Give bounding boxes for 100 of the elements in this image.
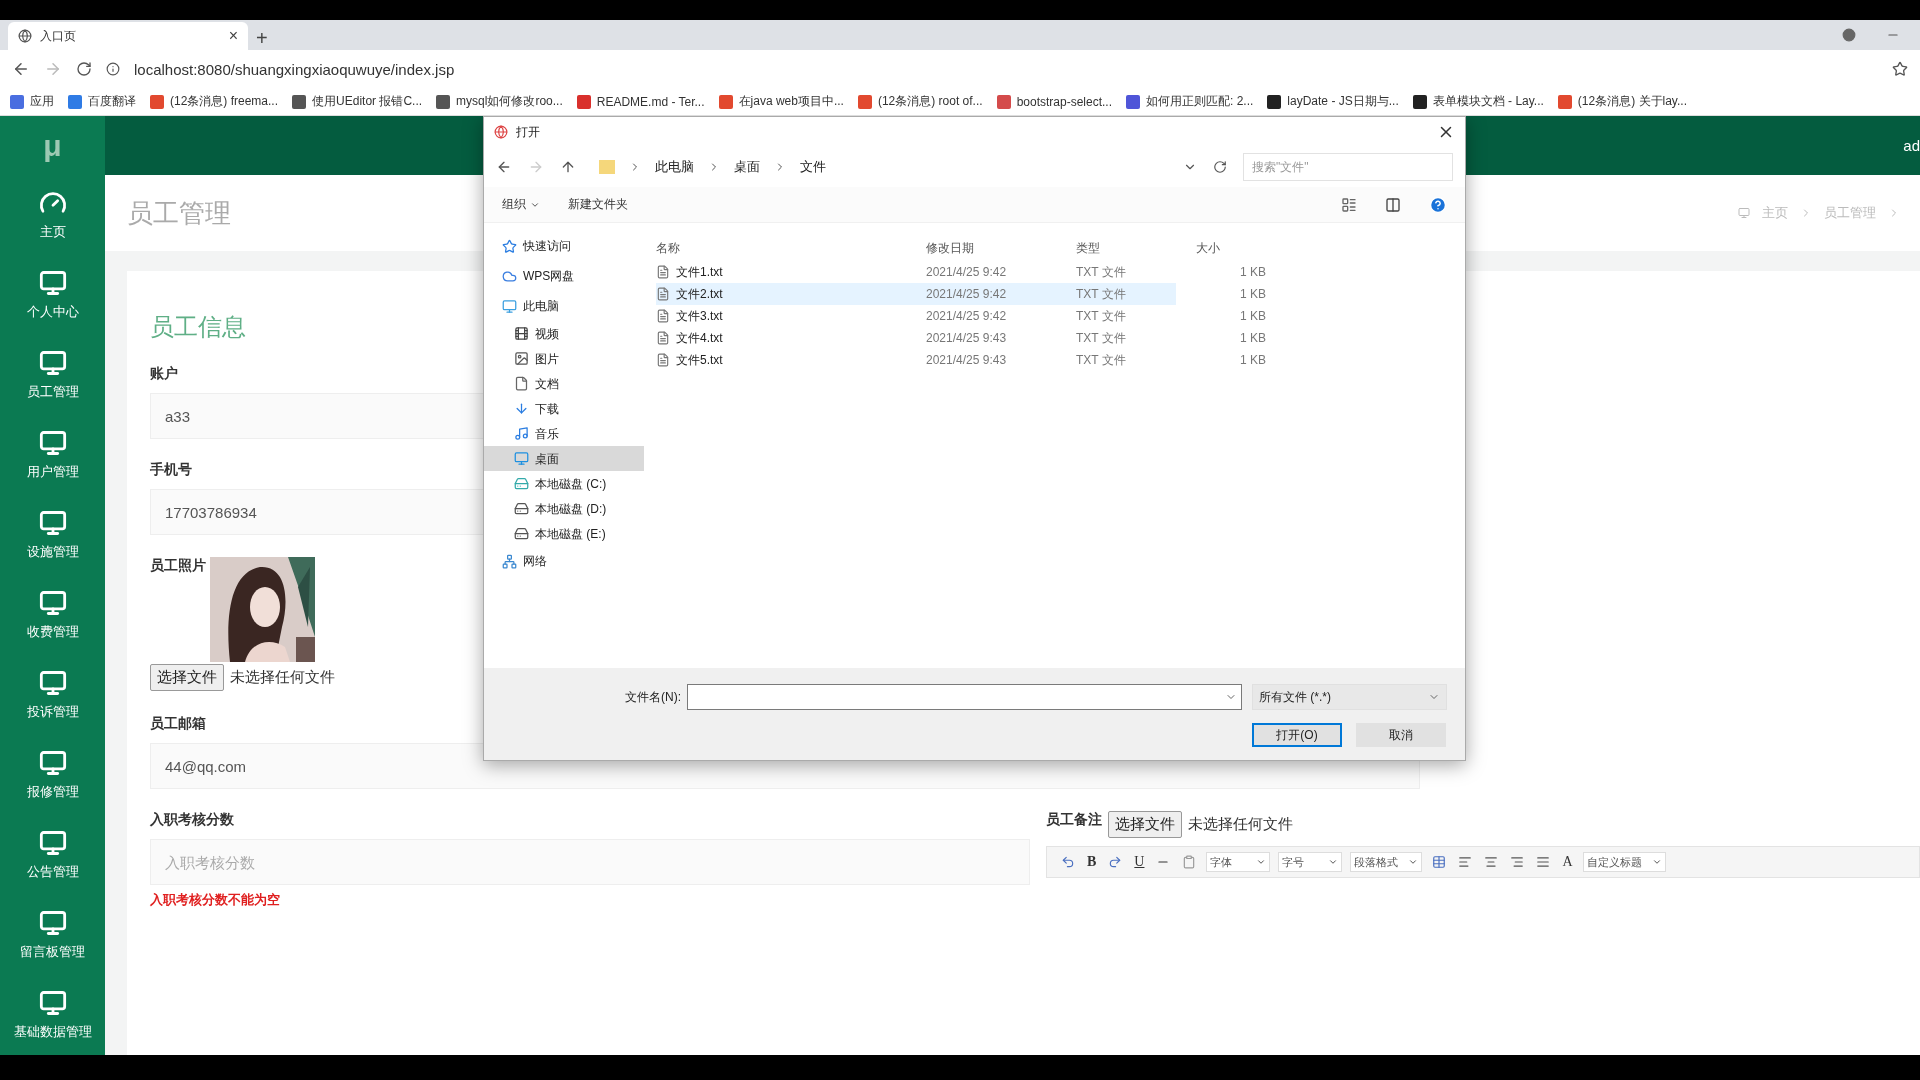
star-icon xyxy=(502,238,517,254)
sidebar-item[interactable]: 投诉管理 xyxy=(0,655,105,735)
nav-item[interactable]: 本地磁盘 (E:) xyxy=(484,521,644,546)
file-name: 文件1.txt xyxy=(676,263,723,281)
apps-shortcut[interactable]: 应用 xyxy=(10,93,54,110)
sidebar-item[interactable]: 收费管理 xyxy=(0,575,105,655)
back-icon[interactable] xyxy=(12,60,30,78)
bookmark[interactable]: (12条消息) root of... xyxy=(857,93,983,110)
nav-item[interactable]: 桌面 xyxy=(484,446,644,471)
nav-item[interactable]: 快速访问 xyxy=(484,231,644,261)
file-name-field[interactable] xyxy=(687,684,1242,710)
text-file-icon xyxy=(656,287,670,301)
monitor-icon xyxy=(38,589,67,617)
sidebar-item[interactable]: 报修管理 xyxy=(0,735,105,815)
nav-item[interactable]: WPS网盘 xyxy=(484,261,644,291)
new-tab-button[interactable]: + xyxy=(256,27,268,50)
bookmark[interactable]: bootstrap-select... xyxy=(996,94,1112,109)
sidebar-item[interactable]: 员工管理 xyxy=(0,335,105,415)
sidebar-item[interactable]: 个人中心 xyxy=(0,255,105,335)
profile-icon[interactable] xyxy=(1842,28,1856,42)
align-right-icon xyxy=(1510,855,1525,869)
nav-item[interactable]: 文档 xyxy=(484,371,644,396)
toolbar-dropdown[interactable]: 字号 xyxy=(1278,852,1343,872)
nav-item[interactable]: 下载 xyxy=(484,396,644,421)
underline-button[interactable]: U xyxy=(1132,854,1147,870)
score-field[interactable]: 入职考核分数 xyxy=(150,839,1030,885)
info-icon[interactable] xyxy=(106,62,120,76)
file-size: 1 KB xyxy=(1239,331,1266,345)
monitor-icon xyxy=(38,429,67,457)
align-center-icon xyxy=(1484,855,1499,869)
file-name: 文件4.txt xyxy=(676,329,723,347)
path-segment[interactable]: 此电脑 xyxy=(655,158,694,176)
toolbar-dropdown[interactable]: 段落格式 xyxy=(1350,852,1423,872)
bookmark[interactable]: layDate - JS日期与... xyxy=(1267,93,1399,110)
refresh-icon[interactable] xyxy=(1213,160,1227,174)
font-color-button[interactable]: A xyxy=(1560,854,1575,870)
music-note-icon xyxy=(514,426,529,441)
sidebar-item[interactable]: 留言板管理 xyxy=(0,895,105,975)
bookmark[interactable]: 使用UEditor 报错C... xyxy=(292,93,423,110)
browser-tab[interactable]: 入口页 × xyxy=(8,22,248,50)
view-icon[interactable] xyxy=(1341,196,1357,213)
file-date: 2021/4/25 9:42 xyxy=(926,309,1008,323)
nav-item[interactable]: 本地磁盘 (D:) xyxy=(484,496,644,521)
nav-item[interactable]: 本地磁盘 (C:) xyxy=(484,471,644,496)
column-header[interactable]: 类型 xyxy=(1076,239,1196,257)
toolbar-dropdown[interactable]: 字体 xyxy=(1206,852,1271,872)
reload-icon[interactable] xyxy=(76,61,92,77)
up-icon[interactable] xyxy=(560,159,576,175)
file-type: TXT 文件 xyxy=(1076,307,1127,325)
choose-file-button[interactable]: 选择文件 xyxy=(150,664,224,691)
field-label: 员工备注 xyxy=(1046,811,1102,829)
file-type: TXT 文件 xyxy=(1076,285,1127,303)
path-segment[interactable]: 文件 xyxy=(800,158,826,176)
bold-button[interactable]: B xyxy=(1085,854,1099,870)
address-bar[interactable]: 此电脑 桌面 文件 xyxy=(592,153,1167,181)
text-file-icon xyxy=(656,309,670,323)
column-header[interactable]: 大小 xyxy=(1196,239,1266,257)
file-date: 2021/4/25 9:43 xyxy=(926,353,1008,367)
nav-item[interactable]: 音乐 xyxy=(484,421,644,446)
file-type-dropdown[interactable]: 所有文件 (*.*) xyxy=(1252,684,1447,710)
column-header[interactable]: 修改日期 xyxy=(926,239,1076,257)
bookmark-star-icon[interactable] xyxy=(1892,61,1908,77)
preview-pane-icon[interactable] xyxy=(1385,196,1401,213)
close-tab-button[interactable]: × xyxy=(228,27,238,45)
monitor-icon xyxy=(38,669,67,697)
file-status: 未选择任何文件 xyxy=(1188,815,1293,834)
file-size: 1 KB xyxy=(1239,309,1266,323)
nav-item[interactable]: 视频 xyxy=(484,321,644,346)
sidebar-item[interactable]: 用户管理 xyxy=(0,415,105,495)
sidebar-item[interactable]: 基础数据管理 xyxy=(0,975,105,1055)
sidebar-item[interactable]: 主页 xyxy=(0,175,105,255)
toolbar-dropdown[interactable]: 自定义标题 xyxy=(1582,852,1666,872)
nav-item[interactable]: 图片 xyxy=(484,346,644,371)
sidebar-item[interactable]: 公告管理 xyxy=(0,815,105,895)
choose-file-button[interactable]: 选择文件 xyxy=(1108,811,1182,838)
page-title: 员工管理 xyxy=(127,196,231,230)
bookmark[interactable]: mysql如何修改roo... xyxy=(436,93,563,110)
bookmark[interactable]: README.md - Ter... xyxy=(576,94,705,109)
open-button[interactable]: 打开(O) xyxy=(1252,723,1342,747)
organize-button[interactable]: 组织 xyxy=(502,196,540,213)
bookmark[interactable]: (12条消息) 关于lay... xyxy=(1557,93,1687,110)
bookmark[interactable]: (12条消息) freema... xyxy=(150,93,279,110)
bookmark[interactable]: 百度翻译 xyxy=(68,93,136,110)
align-left-icon xyxy=(1458,855,1473,869)
sidebar-item[interactable]: 设施管理 xyxy=(0,495,105,575)
bookmark[interactable]: 在java web项目中... xyxy=(718,93,844,110)
film-icon xyxy=(514,326,529,341)
monitor-icon xyxy=(38,909,67,937)
help-icon[interactable] xyxy=(1429,195,1447,214)
text-file-icon xyxy=(656,331,670,345)
path-segment[interactable]: 桌面 xyxy=(734,158,760,176)
back-icon[interactable] xyxy=(496,159,512,175)
nav-item[interactable]: 网络 xyxy=(484,546,644,576)
nav-item[interactable]: 此电脑 xyxy=(484,291,644,321)
cancel-button[interactable]: 取消 xyxy=(1356,723,1446,747)
bookmark[interactable]: 表单模块文档 - Lay... xyxy=(1412,93,1544,110)
new-folder-button[interactable]: 新建文件夹 xyxy=(568,196,628,213)
search-field[interactable]: 搜索"文件" xyxy=(1243,153,1453,181)
column-header[interactable]: 名称 xyxy=(656,239,926,257)
bookmark[interactable]: 如何用正则匹配: 2... xyxy=(1126,93,1254,110)
